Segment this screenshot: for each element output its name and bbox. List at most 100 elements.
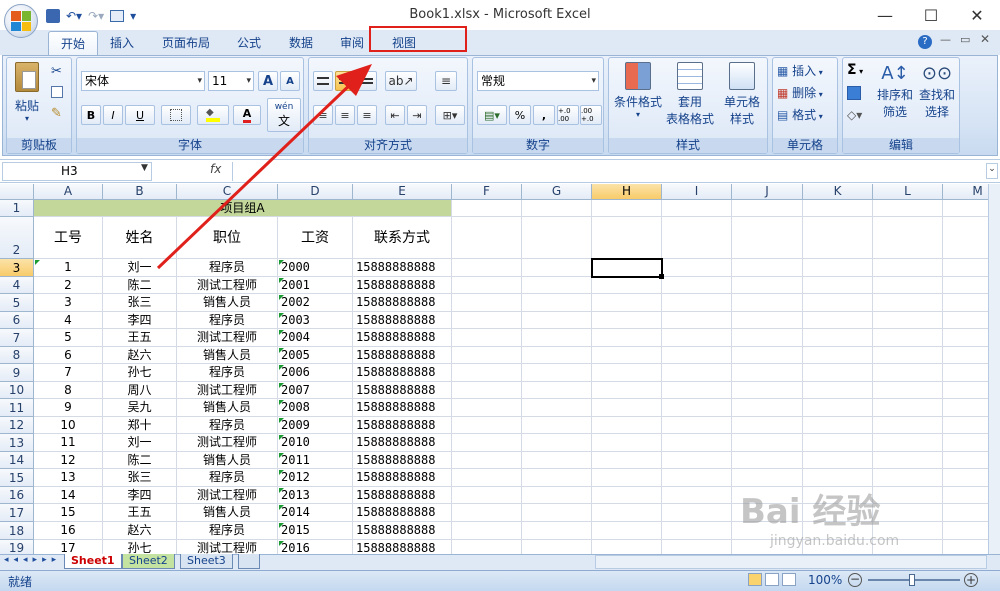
formula-expand-icon[interactable]: ⌄	[986, 163, 998, 179]
table-cell[interactable]: 程序员	[177, 417, 278, 434]
table-header-cell[interactable]: 工号	[34, 217, 103, 259]
table-cell[interactable]: 2006	[278, 364, 353, 382]
grid-cell[interactable]	[943, 347, 988, 364]
grid-cell[interactable]	[873, 364, 943, 382]
grid-cell[interactable]	[732, 434, 803, 452]
grid-cell[interactable]	[522, 200, 592, 217]
grid-cell[interactable]	[662, 469, 732, 487]
merge-center-button[interactable]: ⊞▾	[435, 105, 465, 125]
align-left-button[interactable]: ≡	[313, 105, 333, 125]
table-header-cell[interactable]: 职位	[177, 217, 278, 259]
grid-cell[interactable]	[522, 312, 592, 329]
table-cell[interactable]: 15888888888	[353, 522, 452, 540]
grid-cell[interactable]	[662, 452, 732, 469]
grid-cell[interactable]	[522, 434, 592, 452]
orientation-button[interactable]: ab↗	[385, 71, 417, 91]
formula-input[interactable]	[232, 162, 984, 181]
grid-cell[interactable]	[943, 452, 988, 469]
grid-cell[interactable]	[662, 399, 732, 417]
percent-button[interactable]: %	[509, 105, 531, 125]
table-cell[interactable]: 李四	[103, 487, 177, 504]
row-header[interactable]: 4	[0, 277, 34, 294]
table-cell[interactable]: 测试工程师	[177, 540, 278, 554]
column-header[interactable]: F	[452, 184, 522, 200]
table-cell[interactable]: 15888888888	[353, 434, 452, 452]
table-cell[interactable]: 刘一	[103, 434, 177, 452]
row-header[interactable]: 18	[0, 522, 34, 540]
table-cell[interactable]: 2007	[278, 382, 353, 399]
table-cell[interactable]: 16	[34, 522, 103, 540]
shrink-font-button[interactable]: A	[280, 71, 300, 91]
table-cell[interactable]: 程序员	[177, 259, 278, 277]
grid-cell[interactable]	[803, 364, 873, 382]
grid-cell[interactable]	[873, 200, 943, 217]
zoom-slider-handle[interactable]	[909, 574, 915, 586]
grid-cell[interactable]	[732, 452, 803, 469]
align-center-button[interactable]: ≡	[335, 105, 355, 125]
active-cell-selection[interactable]	[591, 258, 663, 278]
grid-cell[interactable]	[803, 399, 873, 417]
table-cell[interactable]: 11	[34, 434, 103, 452]
sheet-nav-arrows-icon[interactable]: ◂◂◂▸▸▸	[4, 555, 61, 565]
grid-cell[interactable]	[732, 312, 803, 329]
table-cell[interactable]: 赵六	[103, 522, 177, 540]
grid-cell[interactable]	[452, 329, 522, 347]
grow-font-button[interactable]: A	[258, 71, 278, 91]
align-right-button[interactable]: ≡	[357, 105, 377, 125]
grid-cell[interactable]	[873, 294, 943, 312]
row-header[interactable]: 2	[0, 217, 34, 259]
grid-cell[interactable]	[943, 399, 988, 417]
grid-cell[interactable]	[592, 277, 662, 294]
grid-cell[interactable]	[452, 540, 522, 554]
column-header[interactable]: I	[662, 184, 732, 200]
grid-cell[interactable]	[803, 329, 873, 347]
row-header[interactable]: 13	[0, 434, 34, 452]
grid-cell[interactable]	[803, 434, 873, 452]
table-header-cell[interactable]: 工资	[278, 217, 353, 259]
fill-handle[interactable]	[659, 274, 664, 279]
table-cell[interactable]: 测试工程师	[177, 329, 278, 347]
grid-cell[interactable]	[662, 364, 732, 382]
row-header[interactable]: 6	[0, 312, 34, 329]
grid-cell[interactable]	[522, 504, 592, 522]
table-cell[interactable]: 2002	[278, 294, 353, 312]
help-icon[interactable]: ?	[918, 35, 932, 49]
number-format-select[interactable]: 常规	[477, 71, 599, 91]
tab-insert[interactable]: 插入	[98, 31, 146, 55]
clear-icon[interactable]: ◇▾	[847, 108, 862, 122]
column-header[interactable]: L	[873, 184, 943, 200]
grid-cell[interactable]	[452, 294, 522, 312]
tab-page-layout[interactable]: 页面布局	[150, 31, 222, 55]
select-all-corner[interactable]	[0, 184, 34, 200]
name-box[interactable]: H3	[2, 162, 152, 181]
grid-cell[interactable]	[873, 277, 943, 294]
underline-button[interactable]: U	[125, 105, 155, 125]
grid-cell[interactable]	[592, 399, 662, 417]
row-header[interactable]: 16	[0, 487, 34, 504]
table-cell[interactable]: 15888888888	[353, 469, 452, 487]
grid-cell[interactable]	[873, 312, 943, 329]
table-cell[interactable]: 吴九	[103, 399, 177, 417]
table-cell[interactable]: 周八	[103, 382, 177, 399]
table-cell[interactable]: 15888888888	[353, 417, 452, 434]
table-cell[interactable]: 10	[34, 417, 103, 434]
row-header[interactable]: 1	[0, 200, 34, 217]
table-cell[interactable]: 郑十	[103, 417, 177, 434]
grid-cell[interactable]	[592, 504, 662, 522]
align-top-button[interactable]	[313, 71, 333, 91]
column-header[interactable]: H	[592, 184, 662, 200]
grid-cell[interactable]	[732, 347, 803, 364]
grid-cell[interactable]	[732, 417, 803, 434]
grid-cell[interactable]	[522, 382, 592, 399]
grid-cell[interactable]	[803, 312, 873, 329]
grid-cell[interactable]	[803, 417, 873, 434]
grid-cell[interactable]	[662, 487, 732, 504]
grid-cell[interactable]	[522, 452, 592, 469]
row-header[interactable]: 8	[0, 347, 34, 364]
zoom-in-icon[interactable]: +	[964, 573, 978, 587]
conditional-formatting-button[interactable]: 条件格式 ▾	[611, 62, 665, 119]
paste-button[interactable]: 粘贴 ▾	[13, 62, 41, 123]
table-cell[interactable]: 8	[34, 382, 103, 399]
grid-cell[interactable]	[522, 329, 592, 347]
column-header[interactable]: B	[103, 184, 177, 200]
